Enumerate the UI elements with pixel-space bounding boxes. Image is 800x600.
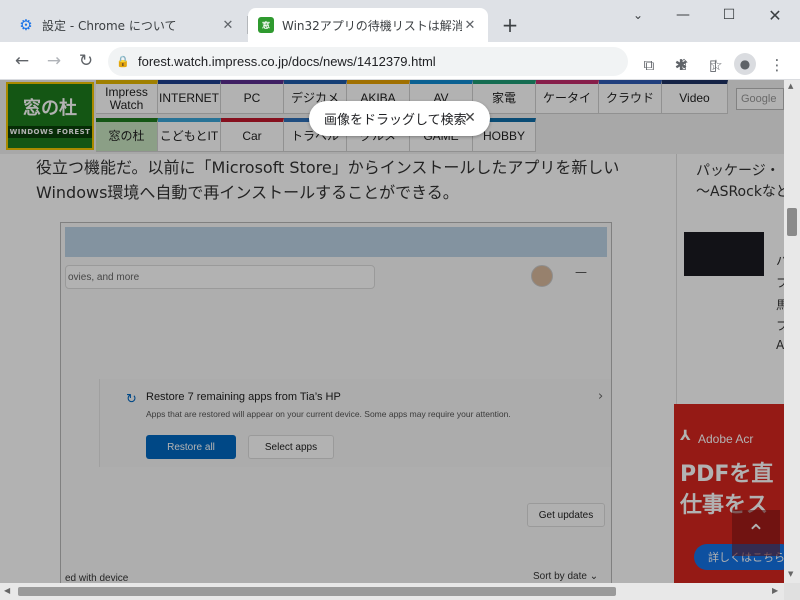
tab-title: 設定 - Chrome について: [42, 18, 177, 33]
scroll-down-icon[interactable]: ▼: [788, 570, 793, 578]
gear-icon: ⚙: [19, 16, 33, 34]
scroll-left-icon[interactable]: ◀: [4, 586, 10, 595]
reload-button[interactable]: ↻: [72, 47, 100, 75]
address-bar[interactable]: 🔒 forest.watch.impress.co.jp/docs/news/1…: [108, 47, 723, 76]
horizontal-scrollbar[interactable]: ◀ ▶: [0, 583, 784, 600]
close-icon[interactable]: ✕: [462, 17, 478, 33]
vertical-scrollbar[interactable]: ▲ ▼: [784, 80, 800, 583]
tab-title: Win32アプリの待機リストは解消、ア: [282, 18, 462, 33]
tab-chrome-settings[interactable]: ⚙ 設定 - Chrome について ✕: [8, 8, 246, 42]
new-tab-button[interactable]: +: [498, 13, 522, 37]
avatar-icon: ●: [734, 53, 756, 75]
scroll-up-icon[interactable]: ▲: [788, 82, 793, 90]
close-window-button[interactable]: ✕: [752, 0, 798, 30]
side-panel-icon[interactable]: ▯: [700, 54, 726, 76]
back-button[interactable]: ←: [8, 47, 36, 75]
minimize-button[interactable]: —: [660, 0, 706, 30]
drag-search-overlay[interactable]: 画像をドラッグして検索 ✕: [0, 80, 784, 583]
lock-icon[interactable]: 🔒: [108, 55, 138, 68]
chevron-down-icon[interactable]: ⌄: [615, 0, 661, 30]
window-forest-icon: 窓: [258, 17, 274, 33]
puzzle-icon[interactable]: ✱: [668, 54, 694, 76]
browser-window: ⚙ 設定 - Chrome について ✕ 窓 Win32アプリの待機リストは解消…: [0, 0, 800, 600]
drag-image-search-prompt: 画像をドラッグして検索 ✕: [309, 101, 490, 136]
close-icon[interactable]: ✕: [220, 17, 236, 33]
tab-strip: ⚙ 設定 - Chrome について ✕ 窓 Win32アプリの待機リストは解消…: [0, 0, 800, 42]
maximize-button[interactable]: ☐: [706, 0, 752, 30]
scroll-right-icon[interactable]: ▶: [772, 586, 778, 595]
toolbar: ← → ↻ 🔒 forest.watch.impress.co.jp/docs/…: [0, 42, 800, 80]
close-icon[interactable]: ✕: [462, 110, 478, 126]
tab-article[interactable]: 窓 Win32アプリの待機リストは解消、ア ✕: [248, 8, 488, 42]
web-page: 窓の杜 WINDOWS FOREST Impress Watch INTERNE…: [0, 80, 784, 583]
screenshot-icon[interactable]: ⧉: [636, 54, 662, 76]
scrollbar-corner: [784, 583, 800, 600]
profile-button[interactable]: ●: [732, 51, 758, 77]
forward-button[interactable]: →: [40, 47, 68, 75]
url-text[interactable]: forest.watch.impress.co.jp/docs/news/141…: [138, 54, 436, 69]
vertical-scroll-thumb[interactable]: [787, 208, 797, 236]
horizontal-scroll-thumb[interactable]: [18, 587, 616, 596]
lens-label: 画像をドラッグして検索: [324, 113, 467, 128]
menu-icon[interactable]: ⋮: [764, 54, 790, 76]
